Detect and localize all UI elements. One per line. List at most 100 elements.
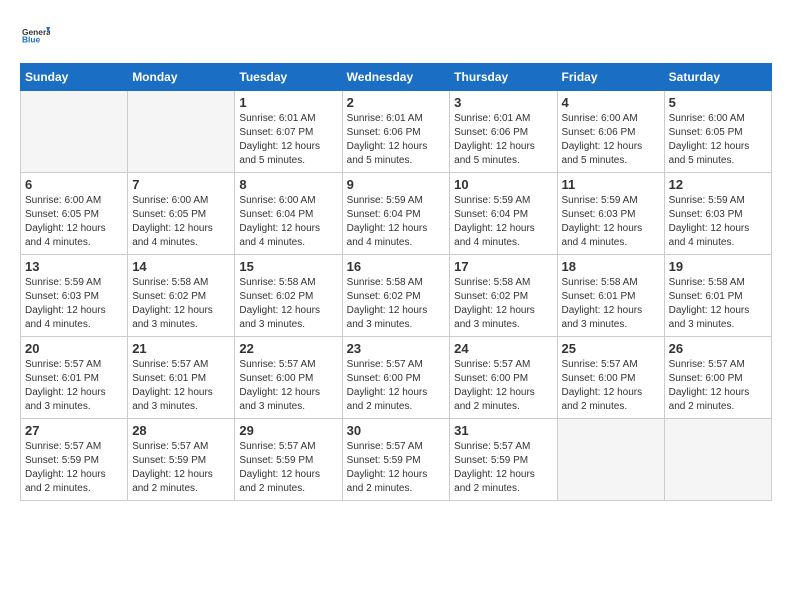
- calendar-cell: [128, 91, 235, 173]
- calendar-cell: 28 Sunrise: 5:57 AM Sunset: 5:59 PM Dayli…: [128, 419, 235, 501]
- calendar-table: SundayMondayTuesdayWednesdayThursdayFrid…: [20, 63, 772, 501]
- calendar-cell: 1 Sunrise: 6:01 AM Sunset: 6:07 PM Daylig…: [235, 91, 342, 173]
- calendar-cell: 7Sunrise: 6:00 AM Sunset: 6:05 PM Daylig…: [128, 173, 235, 255]
- weekday-header-row: SundayMondayTuesdayWednesdayThursdayFrid…: [21, 64, 772, 91]
- svg-text:Blue: Blue: [22, 34, 40, 44]
- weekday-label: Sunday: [21, 64, 128, 91]
- calendar-cell: 14 Sunrise: 5:58 AM Sunset: 6:02 PM Dayli…: [128, 255, 235, 337]
- day-number: 16: [347, 259, 446, 274]
- cell-info: Sunrise: 5:57 AM Sunset: 5:59 PM Dayligh…: [347, 440, 446, 496]
- day-number: 27: [25, 423, 123, 438]
- calendar-cell: 5Sunrise: 6:00 AM Sunset: 6:05 PM Daylig…: [664, 91, 771, 173]
- day-number: 20: [25, 341, 123, 356]
- cell-info: Sunrise: 5:57 AM Sunset: 6:00 PM Dayligh…: [239, 358, 337, 414]
- cell-info: Sunrise: 5:57 AM Sunset: 6:00 PM Dayligh…: [669, 358, 767, 414]
- calendar-cell: 31 Sunrise: 5:57 AM Sunset: 5:59 PM Dayli…: [450, 419, 557, 501]
- cell-info: Sunrise: 5:58 AM Sunset: 6:02 PM Dayligh…: [239, 276, 337, 332]
- day-number: 5: [669, 95, 767, 110]
- weekday-label: Tuesday: [235, 64, 342, 91]
- calendar-cell: 18 Sunrise: 5:58 AM Sunset: 6:01 PM Dayli…: [557, 255, 664, 337]
- calendar-cell: 20 Sunrise: 5:57 AM Sunset: 6:01 PM Dayli…: [21, 337, 128, 419]
- cell-info: Sunrise: 5:58 AM Sunset: 6:01 PM Dayligh…: [669, 276, 767, 332]
- logo: General Blue: [20, 20, 50, 53]
- cell-info: Sunrise: 5:57 AM Sunset: 5:59 PM Dayligh…: [239, 440, 337, 496]
- day-number: 18: [562, 259, 660, 274]
- calendar-cell: 25 Sunrise: 5:57 AM Sunset: 6:00 PM Dayli…: [557, 337, 664, 419]
- calendar-cell: 11 Sunrise: 5:59 AM Sunset: 6:03 PM Dayli…: [557, 173, 664, 255]
- calendar-cell: 4 Sunrise: 6:00 AM Sunset: 6:06 PM Daylig…: [557, 91, 664, 173]
- calendar-cell: 21 Sunrise: 5:57 AM Sunset: 6:01 PM Dayli…: [128, 337, 235, 419]
- day-number: 25: [562, 341, 660, 356]
- day-number: 13: [25, 259, 123, 274]
- cell-info: Sunrise: 5:57 AM Sunset: 5:59 PM Dayligh…: [25, 440, 123, 496]
- calendar-week-row: 6 Sunrise: 6:00 AM Sunset: 6:05 PM Daylig…: [21, 173, 772, 255]
- calendar-week-row: 1 Sunrise: 6:01 AM Sunset: 6:07 PM Daylig…: [21, 91, 772, 173]
- calendar-cell: 17Sunrise: 5:58 AM Sunset: 6:02 PM Dayli…: [450, 255, 557, 337]
- cell-info: Sunrise: 5:57 AM Sunset: 6:00 PM Dayligh…: [454, 358, 552, 414]
- calendar-cell: [21, 91, 128, 173]
- cell-info: Sunrise: 5:57 AM Sunset: 6:00 PM Dayligh…: [562, 358, 660, 414]
- weekday-label: Saturday: [664, 64, 771, 91]
- calendar-body: 1 Sunrise: 6:01 AM Sunset: 6:07 PM Daylig…: [21, 91, 772, 501]
- calendar-cell: 27 Sunrise: 5:57 AM Sunset: 5:59 PM Dayli…: [21, 419, 128, 501]
- day-number: 17: [454, 259, 552, 274]
- calendar-cell: 6 Sunrise: 6:00 AM Sunset: 6:05 PM Daylig…: [21, 173, 128, 255]
- cell-info: Sunrise: 5:59 AM Sunset: 6:03 PM Dayligh…: [25, 276, 123, 332]
- day-number: 24: [454, 341, 552, 356]
- day-number: 7: [132, 177, 230, 192]
- calendar-cell: 24 Sunrise: 5:57 AM Sunset: 6:00 PM Dayli…: [450, 337, 557, 419]
- day-number: 14: [132, 259, 230, 274]
- day-number: 26: [669, 341, 767, 356]
- weekday-label: Friday: [557, 64, 664, 91]
- day-number: 4: [562, 95, 660, 110]
- cell-info: Sunrise: 5:57 AM Sunset: 6:00 PM Dayligh…: [347, 358, 446, 414]
- calendar-cell: 2Sunrise: 6:01 AM Sunset: 6:06 PM Daylig…: [342, 91, 450, 173]
- cell-info: Sunrise: 5:57 AM Sunset: 6:01 PM Dayligh…: [25, 358, 123, 414]
- calendar-week-row: 20 Sunrise: 5:57 AM Sunset: 6:01 PM Dayli…: [21, 337, 772, 419]
- cell-info: Sunrise: 5:58 AM Sunset: 6:01 PM Dayligh…: [562, 276, 660, 332]
- day-number: 2: [347, 95, 446, 110]
- weekday-label: Wednesday: [342, 64, 450, 91]
- cell-info: Sunrise: 6:00 AM Sunset: 6:04 PM Dayligh…: [239, 194, 337, 250]
- calendar-week-row: 13 Sunrise: 5:59 AM Sunset: 6:03 PM Dayli…: [21, 255, 772, 337]
- calendar-cell: 19 Sunrise: 5:58 AM Sunset: 6:01 PM Dayli…: [664, 255, 771, 337]
- day-number: 30: [347, 423, 446, 438]
- calendar-cell: 13 Sunrise: 5:59 AM Sunset: 6:03 PM Dayli…: [21, 255, 128, 337]
- page-header: General Blue: [20, 20, 772, 53]
- day-number: 12: [669, 177, 767, 192]
- cell-info: Sunrise: 6:00 AM Sunset: 6:06 PM Dayligh…: [562, 112, 660, 168]
- day-number: 31: [454, 423, 552, 438]
- calendar-cell: 22 Sunrise: 5:57 AM Sunset: 6:00 PM Dayli…: [235, 337, 342, 419]
- day-number: 15: [239, 259, 337, 274]
- day-number: 9: [347, 177, 446, 192]
- cell-info: Sunrise: 6:01 AM Sunset: 6:06 PM Dayligh…: [454, 112, 552, 168]
- cell-info: Sunrise: 5:59 AM Sunset: 6:03 PM Dayligh…: [562, 194, 660, 250]
- calendar-cell: 10Sunrise: 5:59 AM Sunset: 6:04 PM Dayli…: [450, 173, 557, 255]
- day-number: 28: [132, 423, 230, 438]
- day-number: 21: [132, 341, 230, 356]
- cell-info: Sunrise: 5:57 AM Sunset: 5:59 PM Dayligh…: [454, 440, 552, 496]
- day-number: 10: [454, 177, 552, 192]
- calendar-cell: 30 Sunrise: 5:57 AM Sunset: 5:59 PM Dayli…: [342, 419, 450, 501]
- day-number: 8: [239, 177, 337, 192]
- day-number: 23: [347, 341, 446, 356]
- calendar-cell: 16Sunrise: 5:58 AM Sunset: 6:02 PM Dayli…: [342, 255, 450, 337]
- cell-info: Sunrise: 5:58 AM Sunset: 6:02 PM Dayligh…: [132, 276, 230, 332]
- weekday-label: Monday: [128, 64, 235, 91]
- calendar-cell: 15 Sunrise: 5:58 AM Sunset: 6:02 PM Dayli…: [235, 255, 342, 337]
- calendar-cell: 26 Sunrise: 5:57 AM Sunset: 6:00 PM Dayli…: [664, 337, 771, 419]
- cell-info: Sunrise: 6:01 AM Sunset: 6:07 PM Dayligh…: [239, 112, 337, 168]
- cell-info: Sunrise: 5:57 AM Sunset: 5:59 PM Dayligh…: [132, 440, 230, 496]
- day-number: 11: [562, 177, 660, 192]
- cell-info: Sunrise: 5:57 AM Sunset: 6:01 PM Dayligh…: [132, 358, 230, 414]
- day-number: 6: [25, 177, 123, 192]
- cell-info: Sunrise: 6:00 AM Sunset: 6:05 PM Dayligh…: [25, 194, 123, 250]
- calendar-cell: 3Sunrise: 6:01 AM Sunset: 6:06 PM Daylig…: [450, 91, 557, 173]
- calendar-cell: 23 Sunrise: 5:57 AM Sunset: 6:00 PM Dayli…: [342, 337, 450, 419]
- calendar-cell: 12 Sunrise: 5:59 AM Sunset: 6:03 PM Dayli…: [664, 173, 771, 255]
- day-number: 22: [239, 341, 337, 356]
- logo-wordmark: General Blue: [20, 20, 50, 53]
- day-number: 1: [239, 95, 337, 110]
- cell-info: Sunrise: 5:59 AM Sunset: 6:03 PM Dayligh…: [669, 194, 767, 250]
- day-number: 19: [669, 259, 767, 274]
